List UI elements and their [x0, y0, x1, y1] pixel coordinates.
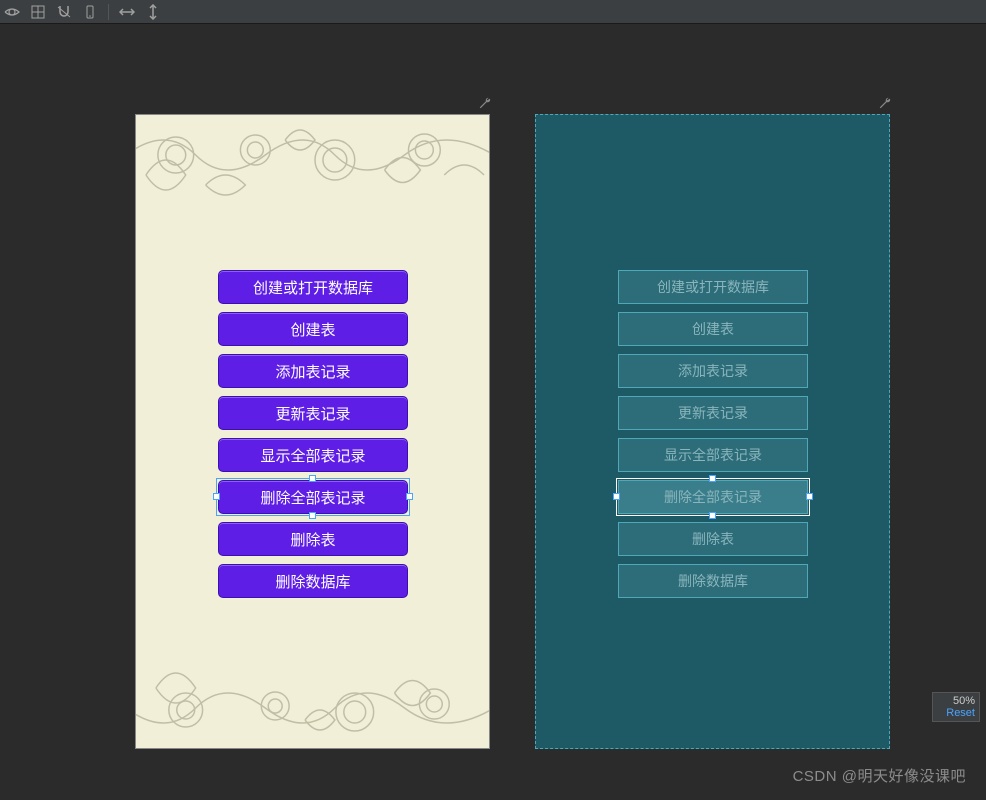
add-record-button[interactable]: 添加表记录	[218, 354, 408, 388]
update-record-button[interactable]: 更新表记录	[618, 396, 808, 430]
zoom-reset-link[interactable]: Reset	[937, 707, 975, 719]
device-icon[interactable]	[82, 4, 98, 20]
create-open-db-button[interactable]: 创建或打开数据库	[618, 270, 808, 304]
decorative-ornament-bottom	[136, 628, 489, 748]
delete-db-button[interactable]: 删除数据库	[618, 564, 808, 598]
show-all-records-button[interactable]: 显示全部表记录	[218, 438, 408, 472]
grid-icon[interactable]	[30, 4, 46, 20]
eye-icon[interactable]	[4, 4, 20, 20]
blueprint-surface[interactable]: 创建或打开数据库 创建表 添加表记录 更新表记录 显示全部表记录 删除全部表记录…	[535, 114, 890, 749]
delete-table-button[interactable]: 删除表	[618, 522, 808, 556]
delete-table-button[interactable]: 删除表	[218, 522, 408, 556]
button-stack-design: 创建或打开数据库 创建表 添加表记录 更新表记录 显示全部表记录 删除全部表记录…	[218, 270, 408, 598]
watermark-text: CSDN @明天好像没课吧	[793, 765, 966, 786]
update-record-button[interactable]: 更新表记录	[218, 396, 408, 430]
decorative-ornament-top	[136, 115, 489, 235]
button-stack-blueprint: 创建或打开数据库 创建表 添加表记录 更新表记录 显示全部表记录 删除全部表记录…	[618, 270, 808, 598]
design-preview-panel: 创建或打开数据库 创建表 添加表记录 更新表记录 显示全部表记录 删除全部表记录…	[135, 114, 490, 749]
toolbar-separator	[108, 4, 109, 20]
blueprint-preview-panel: 创建或打开数据库 创建表 添加表记录 更新表记录 显示全部表记录 删除全部表记录…	[535, 114, 890, 749]
create-table-button[interactable]: 创建表	[618, 312, 808, 346]
delete-all-records-button[interactable]: 删除全部表记录	[618, 480, 808, 514]
design-surface[interactable]: 创建或打开数据库 创建表 添加表记录 更新表记录 显示全部表记录 删除全部表记录…	[135, 114, 490, 749]
delete-db-button[interactable]: 删除数据库	[218, 564, 408, 598]
magnet-icon[interactable]	[56, 4, 72, 20]
settings-icon[interactable]	[878, 96, 892, 113]
editor-toolbar	[0, 0, 986, 24]
vertical-arrows-icon[interactable]	[145, 4, 161, 20]
add-record-button[interactable]: 添加表记录	[618, 354, 808, 388]
delete-all-records-button[interactable]: 删除全部表记录	[218, 480, 408, 514]
create-open-db-button[interactable]: 创建或打开数据库	[218, 270, 408, 304]
horizontal-arrows-icon[interactable]	[119, 4, 135, 20]
settings-icon[interactable]	[478, 96, 492, 113]
design-workspace: 创建或打开数据库 创建表 添加表记录 更新表记录 显示全部表记录 删除全部表记录…	[0, 24, 986, 800]
zoom-panel: 50% Reset	[932, 692, 980, 722]
show-all-records-button[interactable]: 显示全部表记录	[618, 438, 808, 472]
zoom-value: 50%	[937, 695, 975, 707]
create-table-button[interactable]: 创建表	[218, 312, 408, 346]
